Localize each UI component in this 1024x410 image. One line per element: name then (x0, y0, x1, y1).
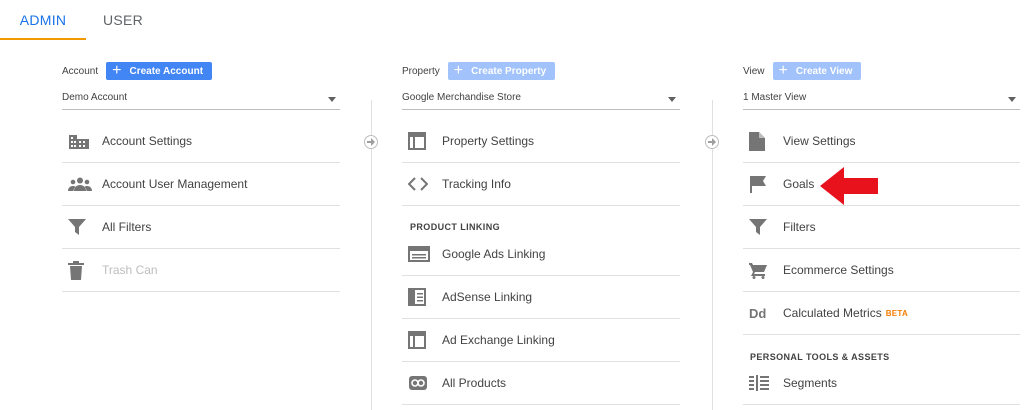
plus-icon: + (778, 62, 788, 79)
dd-icon: Dd (743, 306, 783, 320)
item-label: AdSense Linking (442, 290, 533, 304)
item-label: Account Settings (102, 134, 193, 148)
filter-icon (743, 219, 783, 235)
google-ads-linking-item[interactable]: Google Ads Linking (402, 233, 680, 276)
view-selected: 1 Master View (743, 92, 807, 103)
view-header: View + Create View (743, 62, 862, 80)
account-selected: Demo Account (62, 92, 128, 103)
ad-exchange-linking-item[interactable]: Ad Exchange Linking (402, 319, 680, 362)
create-property-button[interactable]: + Create Property (447, 62, 556, 80)
ads-icon (402, 246, 442, 262)
calculated-metrics-item[interactable]: Dd Calculated Metrics BETA (743, 292, 1020, 335)
adsense-icon (402, 288, 442, 306)
arrow-right-icon (364, 135, 378, 149)
item-label: Calculated Metrics (783, 306, 882, 320)
item-label: Account User Management (102, 177, 248, 191)
segments-item[interactable]: Segments (743, 362, 1020, 405)
item-label: View Settings (783, 134, 856, 148)
create-view-label: Create View (795, 65, 853, 77)
top-tab-bar: ADMIN USER (0, 0, 1024, 40)
property-selector[interactable]: Google Merchandise Store (402, 88, 680, 110)
personal-tools-section-title: PERSONAL TOOLS & ASSETS (750, 352, 890, 362)
segments-icon (743, 375, 783, 391)
trash-icon (62, 260, 102, 280)
view-settings-item[interactable]: View Settings (743, 120, 1020, 163)
account-header: Account + Create Account (62, 62, 213, 80)
all-products-item[interactable]: All Products (402, 362, 680, 405)
all-filters-item[interactable]: All Filters (62, 206, 340, 249)
account-label: Account (62, 65, 99, 77)
people-icon (62, 177, 102, 191)
flag-icon (743, 175, 783, 193)
annotation-arrow-icon (820, 167, 878, 205)
tab-user[interactable]: USER (86, 0, 160, 40)
item-label: Tracking Info (442, 177, 511, 191)
item-label: All Filters (102, 220, 152, 234)
property-selected: Google Merchandise Store (402, 92, 521, 103)
trash-can-item: Trash Can (62, 249, 340, 292)
property-settings-item[interactable]: Property Settings (402, 120, 680, 163)
account-selector[interactable]: Demo Account (62, 88, 340, 110)
item-label: Goals (783, 177, 815, 191)
property-header: Property + Create Property (402, 62, 556, 80)
plus-icon: + (112, 62, 122, 79)
chevron-down-icon (328, 97, 336, 102)
cart-icon (743, 262, 783, 279)
building-icon (62, 132, 102, 150)
create-property-label: Create Property (471, 65, 547, 77)
account-user-management-item[interactable]: Account User Management (62, 163, 340, 206)
property-label: Property (402, 65, 440, 77)
item-label: Ecommerce Settings (783, 263, 894, 277)
item-label: Ad Exchange Linking (442, 333, 555, 347)
create-account-label: Create Account (129, 65, 204, 77)
admin-content: Account + Create Account Demo Account Ac… (0, 40, 1024, 410)
link-icon (402, 375, 442, 391)
create-view-button[interactable]: + Create View (772, 62, 862, 80)
goals-item[interactable]: Goals (743, 163, 1020, 206)
chevron-down-icon (1008, 97, 1016, 102)
item-label: Trash Can (102, 263, 158, 277)
tracking-info-item[interactable]: Tracking Info (402, 163, 680, 206)
product-linking-section-title: PRODUCT LINKING (410, 222, 500, 232)
adsense-linking-item[interactable]: AdSense Linking (402, 276, 680, 319)
plus-icon: + (453, 62, 464, 79)
item-label: Segments (783, 376, 838, 390)
chevron-down-icon (668, 97, 676, 102)
window-icon (402, 331, 442, 349)
tab-admin[interactable]: ADMIN (0, 0, 86, 40)
window-icon (402, 132, 442, 150)
create-account-button[interactable]: + Create Account (106, 62, 213, 80)
item-label: Google Ads Linking (442, 247, 546, 261)
arrow-right-icon (705, 135, 719, 149)
view-selector[interactable]: 1 Master View (743, 88, 1020, 110)
view-label: View (743, 65, 765, 77)
item-label: Filters (783, 220, 816, 234)
code-icon (402, 177, 442, 191)
filters-item[interactable]: Filters (743, 206, 1020, 249)
item-label: Property Settings (442, 134, 535, 148)
item-label: All Products (442, 376, 507, 390)
filter-icon (62, 219, 102, 235)
beta-badge: BETA (885, 308, 909, 318)
document-icon (743, 131, 783, 151)
svg-text:Dd: Dd (749, 306, 766, 320)
ecommerce-settings-item[interactable]: Ecommerce Settings (743, 249, 1020, 292)
account-settings-item[interactable]: Account Settings (62, 120, 340, 163)
